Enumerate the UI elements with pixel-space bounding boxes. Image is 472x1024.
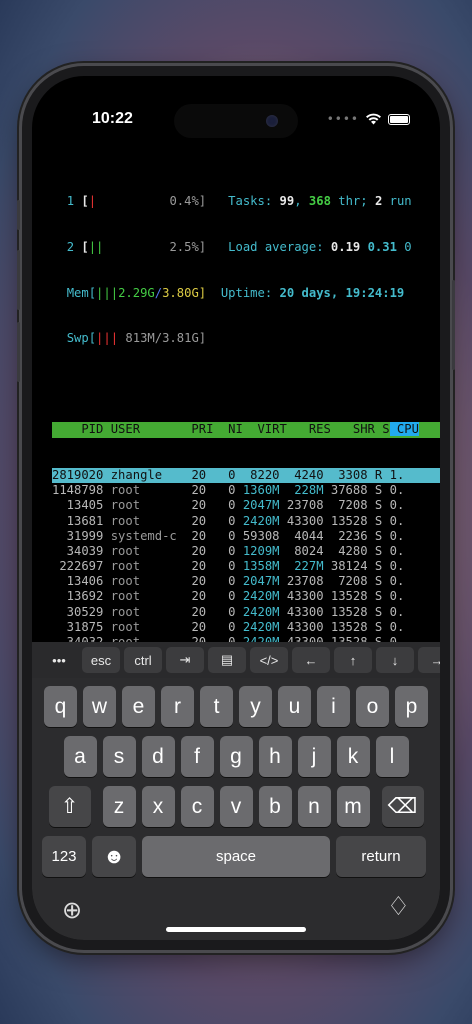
key-n[interactable]: n [297,786,331,827]
key-y[interactable]: y [239,686,272,727]
key-s[interactable]: s [102,736,136,777]
status-time: 10:22 [92,110,133,127]
key-k[interactable]: k [336,736,370,777]
arrow-right-key[interactable]: → [418,647,440,673]
phone-frame: 10:22 •••• 1 [| 0.4%] Tasks: 99, 368 thr… [17,66,455,950]
numbers-key[interactable]: 123 [42,836,86,877]
wifi-icon [366,113,381,125]
battery-icon [388,113,410,125]
key-j[interactable]: j [297,736,331,777]
keyboard-accessory-toolbar: •••escctrl⇥▤</>←↑↓→⌨ [32,642,440,678]
code-key[interactable]: </> [250,647,288,673]
process-row[interactable]: 30529 root 20 0 2420M 43300 13528 S 0. [52,605,440,620]
column-header: S [374,422,390,437]
swp-meter: Swp[||| 813M/3.81G] [66,331,207,346]
cpu-meter-2: 2 [|| 2.5%] Load average: 0.19 0.31 0 [66,240,412,254]
key-v[interactable]: v [219,786,253,827]
process-row[interactable]: 31999 systemd-c 20 0 59308 4044 2236 S 0… [52,529,440,544]
process-table-header[interactable]: PID USER PRI NI VIRT RES SHR S CPU [52,422,440,438]
screen: 10:22 •••• 1 [| 0.4%] Tasks: 99, 368 thr… [32,76,440,940]
key-d[interactable]: d [141,736,175,777]
key-c[interactable]: c [180,786,214,827]
space-key[interactable]: space [142,836,330,877]
emoji-key[interactable]: ☻ [92,836,136,877]
column-header: RES [286,422,331,437]
key-u[interactable]: u [278,686,311,727]
key-x[interactable]: x [141,786,175,827]
home-indicator [166,927,306,932]
action-button [17,200,20,230]
process-row[interactable]: 13405 root 20 0 2047M 23708 7208 S 0. [52,498,440,513]
key-t[interactable]: t [200,686,233,727]
return-key[interactable]: return [336,836,426,877]
arrow-left-key[interactable]: ← [292,647,330,673]
key-o[interactable]: o [356,686,389,727]
tab-key[interactable]: ⇥ [166,647,204,673]
keyboard: qwertyuiop asdfghjkl ⇧ zxcvbnm ⌫ 123 ☻ s… [32,678,440,940]
key-f[interactable]: f [180,736,214,777]
process-row[interactable]: 31875 root 20 0 2420M 43300 13528 S 0. [52,620,440,635]
column-header: PRI [176,422,214,437]
arrow-up-key[interactable]: ↑ [334,647,372,673]
shift-key[interactable]: ⇧ [48,786,91,827]
process-row[interactable]: 2819020 zhangle 20 0 8220 4240 3308 R 1. [52,467,440,484]
cpu-meter-1: 1 [| 0.4%] Tasks: 99, 368 thr; 2 run [66,194,412,209]
backspace-icon: ⌫ [387,795,418,818]
column-header: PID [52,422,104,437]
mem-meter: Mem[|||2.29G/3.80G] Uptime: 20 days, 19:… [66,285,405,300]
process-row[interactable]: 1148798 root 20 0 1360M 228M 37688 S 0. [52,483,440,498]
backspace-key[interactable]: ⌫ [381,786,424,827]
camera-icon [266,115,278,127]
key-p[interactable]: p [395,686,428,727]
arrow-down-key[interactable]: ↓ [376,647,414,673]
key-l[interactable]: l [375,736,409,777]
column-header: NI [213,422,243,437]
process-row[interactable]: 222697 root 20 0 1358M 227M 38124 S 0. [52,559,440,574]
volume-up-button [17,250,20,310]
key-q[interactable]: q [44,686,77,727]
process-row[interactable]: 34039 root 20 0 1209M 8024 4280 S 0. [52,544,440,559]
shift-icon: ⇧ [60,795,79,818]
more-keys-button[interactable]: ••• [40,647,78,673]
cpu-column-header: CPU [389,422,419,437]
status-icons: •••• [327,112,410,126]
column-header: SHR [330,422,375,437]
process-row[interactable]: 13406 root 20 0 2047M 23708 7208 S 0. [52,574,440,589]
volume-down-button [17,322,20,382]
dynamic-island [174,104,298,138]
key-e[interactable]: e [122,686,155,727]
ctrl-key[interactable]: ctrl [124,647,162,673]
key-r[interactable]: r [161,686,194,727]
globe-icon[interactable]: ⊕ [62,896,82,924]
signal-dots-icon: •••• [326,112,359,126]
key-z[interactable]: z [102,786,136,827]
esc-key[interactable]: esc [82,647,120,673]
column-header: VIRT [242,422,287,437]
key-a[interactable]: a [63,736,97,777]
power-button [452,280,455,370]
process-row[interactable]: 13681 root 20 0 2420M 43300 13528 S 0. [52,514,440,529]
key-w[interactable]: w [83,686,116,727]
process-row[interactable]: 13692 root 20 0 2420M 43300 13528 S 0. [52,589,440,604]
column-header: USER [103,422,177,437]
status-bar: 10:22 •••• [32,76,440,140]
paste-key[interactable]: ▤ [208,647,246,673]
key-g[interactable]: g [219,736,253,777]
key-b[interactable]: b [258,786,292,827]
emoji-icon: ☻ [102,844,126,868]
key-i[interactable]: i [317,686,350,727]
key-m[interactable]: m [336,786,370,827]
key-h[interactable]: h [258,736,292,777]
microphone-icon[interactable]: ♢ [387,892,410,922]
